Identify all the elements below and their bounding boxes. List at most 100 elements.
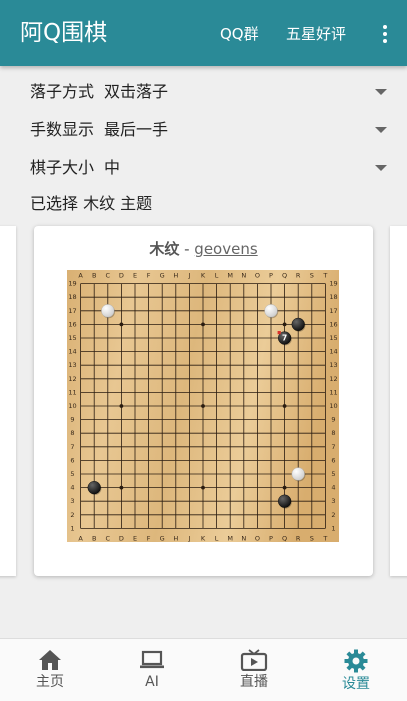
move-number-label: 手数显示: [30, 120, 95, 139]
row-label: 2: [331, 511, 335, 519]
star-point: [282, 485, 287, 490]
row-label: 3: [331, 497, 335, 505]
nav-live[interactable]: 直播: [204, 639, 304, 701]
column-label: L: [215, 535, 219, 543]
move-number-dropdown[interactable]: 手数显示 最后一手: [30, 117, 387, 143]
column-label: T: [322, 535, 327, 543]
row-label: 15: [68, 334, 76, 342]
qq-group-button[interactable]: QQ群: [220, 24, 259, 44]
move-number-label: 7: [282, 334, 287, 343]
nav-home[interactable]: 主页: [0, 639, 100, 701]
tv-icon: [240, 649, 268, 671]
star-point: [282, 404, 287, 408]
app-title: 阿Q围棋: [20, 20, 108, 46]
column-label: P: [269, 535, 273, 543]
star-point: [201, 485, 205, 490]
black-stone: [87, 481, 101, 495]
column-label: J: [187, 272, 190, 280]
row-label: 9: [70, 416, 74, 424]
next-theme-card[interactable]: [390, 226, 407, 576]
white-stone: [291, 467, 305, 481]
column-label: B: [92, 535, 96, 543]
row-label: 5: [70, 470, 74, 478]
white-stone: [101, 304, 115, 318]
column-label: D: [119, 272, 124, 280]
column-label: H: [173, 535, 178, 543]
previous-theme-card[interactable]: [0, 226, 16, 576]
column-label: S: [310, 535, 314, 543]
placement-mode-label: 落子方式: [30, 82, 95, 101]
theme-card[interactable]: 木纹 - geovens AABBCCDDEEFFGGHHJJKKLLMMNNO…: [34, 226, 373, 576]
chevron-down-icon: [375, 165, 387, 171]
column-label: T: [322, 272, 327, 280]
star-point: [119, 404, 124, 408]
column-label: M: [227, 272, 233, 280]
column-label: A: [78, 535, 83, 543]
chevron-down-icon: [375, 89, 387, 95]
row-label: 11: [68, 388, 76, 396]
column-label: R: [296, 535, 301, 543]
nav-ai-label: AI: [145, 674, 159, 690]
column-label: A: [78, 272, 83, 280]
bottom-navigation: 主页 AI 直播 设置: [0, 638, 407, 701]
row-label: 18: [329, 293, 337, 301]
row-label: 17: [68, 307, 76, 315]
star-point: [119, 322, 124, 327]
theme-separator: -: [179, 240, 195, 258]
more-options-icon[interactable]: [383, 25, 387, 45]
column-label: C: [106, 535, 111, 543]
five-star-rating-button[interactable]: 五星好评: [286, 24, 346, 44]
star-point: [282, 322, 287, 327]
theme-caption: 木纹 - geovens: [34, 238, 373, 259]
selected-theme-text: 已选择 木纹 主题: [30, 194, 153, 213]
row-label: 4: [331, 484, 335, 492]
nav-settings-label: 设置: [342, 676, 370, 692]
stone-size-dropdown[interactable]: 棋子大小中: [30, 155, 387, 181]
column-label: O: [255, 535, 260, 543]
row-label: 1: [70, 524, 74, 532]
column-label: L: [215, 272, 219, 280]
row-label: 9: [331, 416, 335, 424]
last-move-marker: [277, 331, 281, 335]
black-stone: [278, 494, 292, 508]
row-label: 6: [331, 456, 335, 464]
row-label: 10: [68, 402, 76, 410]
row-label: 5: [331, 470, 335, 478]
star-point: [201, 404, 205, 408]
row-label: 8: [70, 429, 74, 437]
column-label: K: [201, 535, 206, 543]
row-label: 14: [68, 348, 76, 356]
app-bar: 阿Q围棋 QQ群 五星好评: [0, 0, 407, 66]
stone-size-value: 中: [104, 158, 121, 177]
theme-name: 木纹: [149, 240, 180, 258]
row-label: 8: [331, 429, 335, 437]
row-label: 19: [68, 280, 76, 288]
nav-settings[interactable]: 设置: [306, 639, 406, 701]
row-label: 7: [70, 443, 74, 451]
star-point: [119, 485, 124, 490]
gear-icon: [344, 649, 368, 673]
white-stone: [264, 304, 278, 318]
nav-home-label: 主页: [36, 674, 64, 690]
row-label: 16: [68, 320, 76, 328]
row-label: 10: [329, 402, 337, 410]
column-label: B: [92, 272, 96, 280]
column-label: C: [106, 272, 111, 280]
placement-mode-dropdown[interactable]: 落子方式 双击落子: [30, 79, 387, 105]
nav-ai[interactable]: AI: [102, 639, 202, 701]
row-label: 3: [70, 497, 74, 505]
placement-mode-value: 双击落子: [104, 82, 169, 101]
black-stone: [291, 317, 305, 332]
row-label: 18: [68, 293, 76, 301]
column-label: M: [227, 535, 233, 543]
theme-author-link[interactable]: geovens: [194, 240, 257, 258]
column-label: N: [241, 535, 246, 543]
nav-live-label: 直播: [240, 674, 268, 690]
column-label: R: [296, 272, 301, 280]
column-label: K: [201, 272, 206, 280]
column-label: D: [119, 535, 124, 543]
column-label: H: [173, 272, 178, 280]
laptop-icon: [140, 650, 164, 669]
row-label: 4: [70, 484, 74, 492]
column-label: E: [133, 535, 137, 543]
